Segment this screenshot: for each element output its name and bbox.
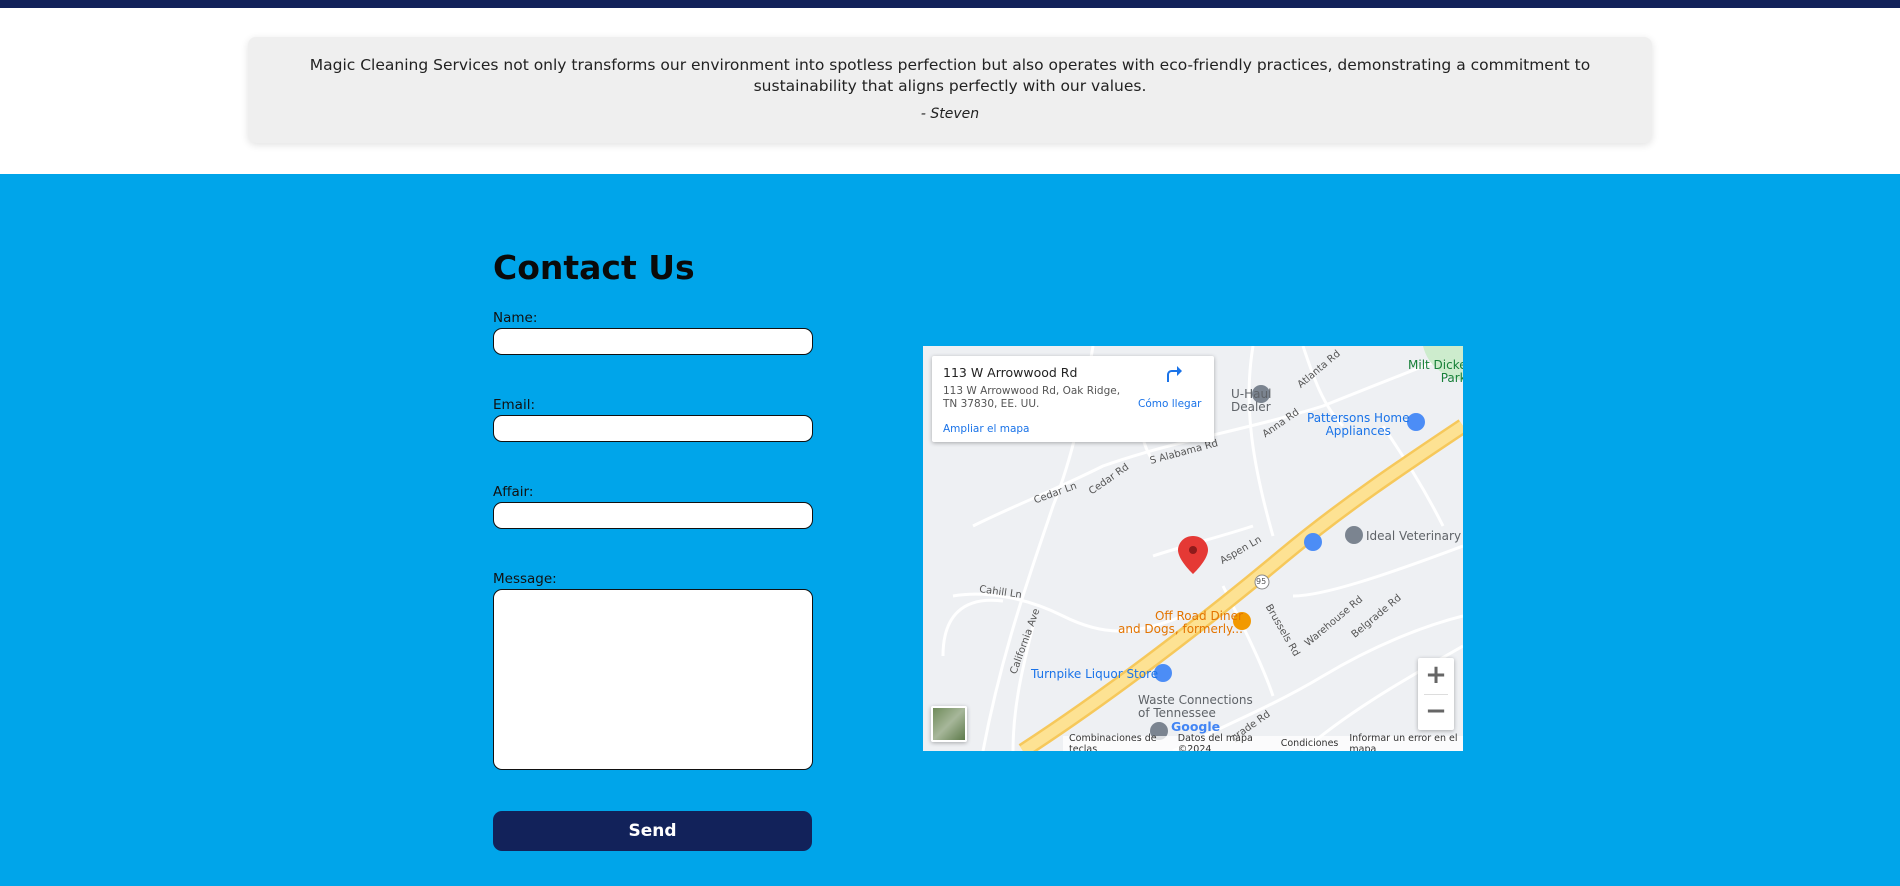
send-button[interactable]: Send: [493, 811, 812, 851]
terms-link[interactable]: Condiciones: [1281, 738, 1339, 749]
embedded-map[interactable]: U-Haul Dealer Milt Dicke Park Pattersons…: [923, 346, 1463, 751]
map-place-title: 113 W Arrowwood Rd: [943, 365, 1078, 380]
affair-label: Affair:: [493, 484, 534, 500]
map-place-address: 113 W Arrowwood Rd, Oak Ridge, TN 37830,…: [943, 385, 1121, 410]
directions-icon[interactable]: [1163, 364, 1183, 384]
name-input[interactable]: [493, 328, 813, 355]
zoom-controls: + −: [1418, 658, 1454, 730]
highway-shield-label: 95: [1256, 577, 1267, 586]
map-poi-park[interactable]: Milt Dicke Park: [1408, 359, 1463, 385]
map-poi-diner[interactable]: Off Road Diner and Dogs, formerly...: [1118, 610, 1243, 636]
keyboard-shortcuts-link[interactable]: Combinaciones de teclas: [1069, 733, 1167, 752]
testimonial-card: Magic Cleaning Services not only transfo…: [248, 37, 1652, 143]
email-input[interactable]: [493, 415, 813, 442]
email-label: Email:: [493, 397, 536, 413]
contact-title: Contact Us: [493, 248, 695, 287]
map-poi-liquor[interactable]: Turnpike Liquor Store: [1031, 667, 1158, 681]
directions-link[interactable]: Cómo llegar: [1138, 398, 1201, 410]
map-attribution: Combinaciones de teclas Datos del mapa ©…: [1063, 732, 1463, 752]
testimonial-author: - Steven: [920, 106, 980, 122]
map-poi-uhaul[interactable]: U-Haul Dealer: [1231, 388, 1271, 414]
report-error-link[interactable]: Informar un error en el mapa: [1349, 733, 1463, 752]
map-poi-vet[interactable]: Ideal Veterinary H: [1366, 529, 1463, 543]
enlarge-map-link[interactable]: Ampliar el mapa: [943, 423, 1029, 435]
map-poi-pattersons[interactable]: Pattersons Home Appliances: [1307, 412, 1409, 438]
name-label: Name:: [493, 310, 538, 326]
map-info-card: 113 W Arrowwood Rd 113 W Arrowwood Rd, O…: [932, 356, 1214, 442]
testimonial-quote: Magic Cleaning Services not only transfo…: [309, 56, 1591, 95]
zoom-in-button[interactable]: +: [1418, 658, 1454, 694]
satellite-layer-button[interactable]: [931, 706, 967, 742]
map-poi-waste[interactable]: Waste Connections of Tennessee: [1138, 694, 1253, 720]
top-navigation-bar: [0, 0, 1900, 8]
message-textarea[interactable]: [493, 589, 813, 770]
map-data-label: Datos del mapa ©2024: [1177, 732, 1253, 752]
zoom-out-button[interactable]: −: [1418, 694, 1454, 730]
affair-input[interactable]: [493, 502, 813, 529]
message-label: Message:: [493, 571, 557, 587]
